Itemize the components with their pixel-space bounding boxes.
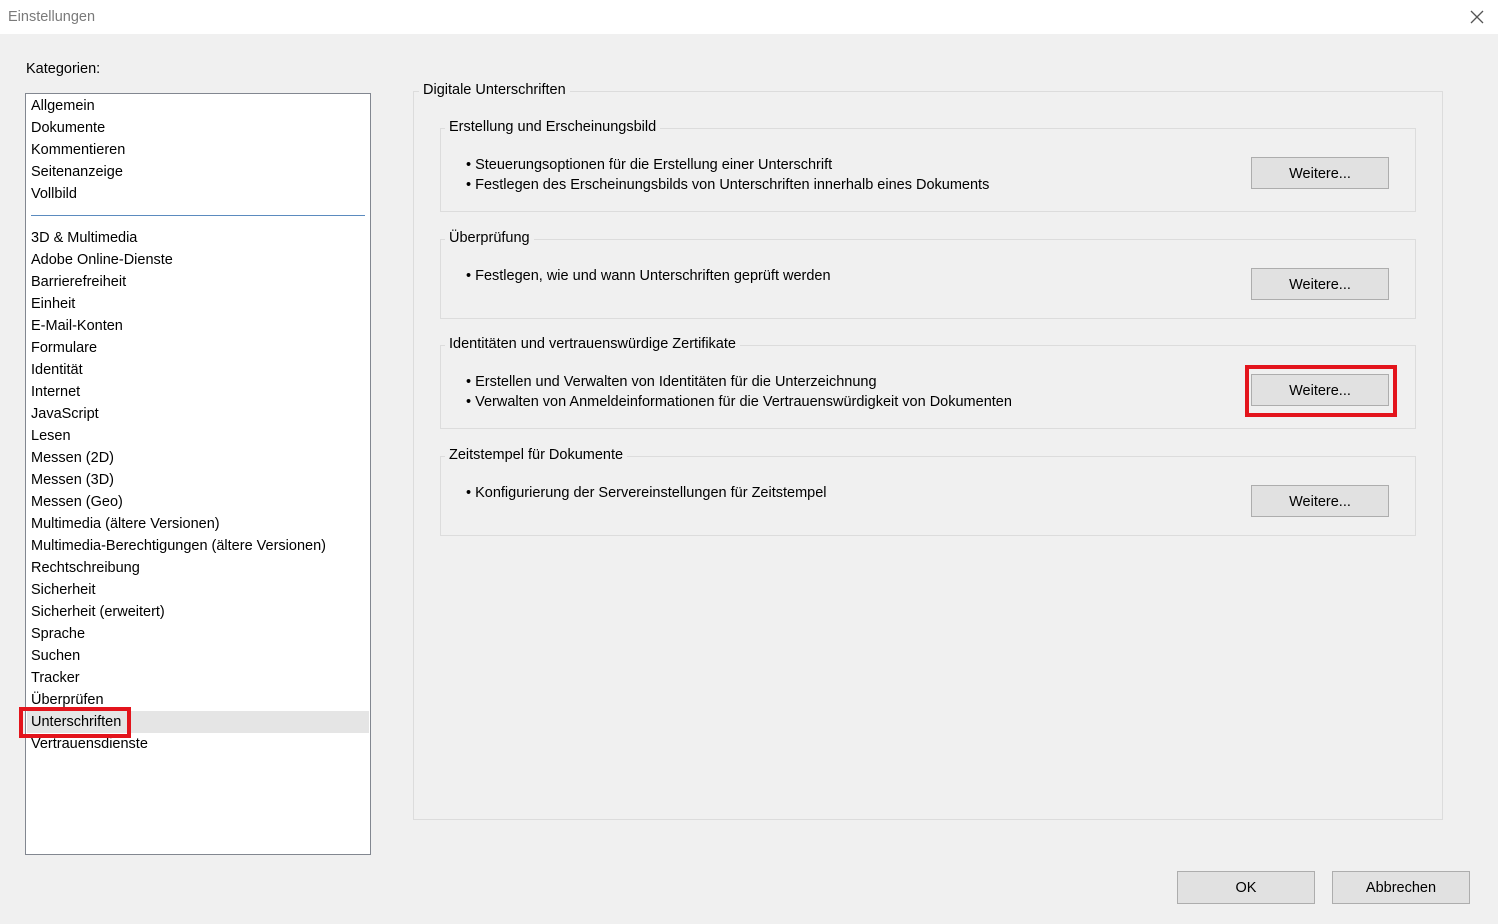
bullet-text: • Erstellen und Verwalten von Identitäte… [466,374,877,390]
category-item-formulare[interactable]: Formulare [27,337,369,359]
category-item-adobe-online-dienste[interactable]: Adobe Online-Dienste [27,249,369,271]
category-item-vollbild[interactable]: Vollbild [27,183,369,205]
category-item-tracker[interactable]: Tracker [27,667,369,689]
section-title: Überprüfung [445,230,534,246]
ok-button[interactable]: OK [1177,871,1315,904]
category-item-einheit[interactable]: Einheit [27,293,369,315]
category-item-vertrauensdienste[interactable]: Vertrauensdienste [27,733,369,755]
title-bar: Einstellungen [0,0,1498,34]
bullet-text: • Verwalten von Anmeldeinformationen für… [466,394,1012,410]
bullet-text: • Festlegen des Erscheinungsbilds von Un… [466,177,990,193]
close-icon[interactable] [1466,6,1488,28]
weitere-button-verification[interactable]: Weitere... [1251,268,1389,300]
digital-signatures-title: Digitale Unterschriften [419,82,570,98]
window-title: Einstellungen [8,9,96,25]
weitere-button-identities[interactable]: Weitere... [1251,374,1389,406]
weitere-button-creation[interactable]: Weitere... [1251,157,1389,189]
weitere-button-timestamp[interactable]: Weitere... [1251,485,1389,517]
category-item-dokumente[interactable]: Dokumente [27,117,369,139]
category-item-messen-3d[interactable]: Messen (3D) [27,469,369,491]
category-item-lesen[interactable]: Lesen [27,425,369,447]
category-item-messen-geo[interactable]: Messen (Geo) [27,491,369,513]
category-item-allgemein[interactable]: Allgemein [27,95,369,117]
category-item-multimedia-aeltere[interactable]: Multimedia (ältere Versionen) [27,513,369,535]
category-item-messen-2d[interactable]: Messen (2D) [27,447,369,469]
category-item-suchen[interactable]: Suchen [27,645,369,667]
category-item-identitaet[interactable]: Identität [27,359,369,381]
section-title: Identitäten und vertrauenswürdige Zertif… [445,336,740,352]
category-item-seitenanzeige[interactable]: Seitenanzeige [27,161,369,183]
category-item-rechtschreibung[interactable]: Rechtschreibung [27,557,369,579]
category-item-sprache[interactable]: Sprache [27,623,369,645]
category-item-javascript[interactable]: JavaScript [27,403,369,425]
category-separator [31,215,365,216]
category-item-barrierefreiheit[interactable]: Barrierefreiheit [27,271,369,293]
cancel-button[interactable]: Abbrechen [1332,871,1470,904]
section-title: Zeitstempel für Dokumente [445,447,628,463]
categories-label: Kategorien: [26,61,101,77]
bullet-text: • Konfigurierung der Servereinstellungen… [466,485,827,501]
bullet-text: • Festlegen, wie und wann Unterschriften… [466,268,831,284]
category-item-sicherheit[interactable]: Sicherheit [27,579,369,601]
categories-list[interactable]: Allgemein Dokumente Kommentieren Seitena… [25,93,371,855]
category-item-internet[interactable]: Internet [27,381,369,403]
category-item-unterschriften[interactable]: Unterschriften [27,711,369,733]
bullet-text: • Steuerungsoptionen für die Erstellung … [466,157,833,173]
category-item-e-mail-konten[interactable]: E-Mail-Konten [27,315,369,337]
category-item-3d-multimedia[interactable]: 3D & Multimedia [27,227,369,249]
category-item-multimedia-berechtigungen[interactable]: Multimedia-Berechtigungen (ältere Versio… [27,535,369,557]
category-item-kommentieren[interactable]: Kommentieren [27,139,369,161]
category-item-sicherheit-erweitert[interactable]: Sicherheit (erweitert) [27,601,369,623]
section-title: Erstellung und Erscheinungsbild [445,119,661,135]
category-item-ueberpruefen[interactable]: Überprüfen [27,689,369,711]
